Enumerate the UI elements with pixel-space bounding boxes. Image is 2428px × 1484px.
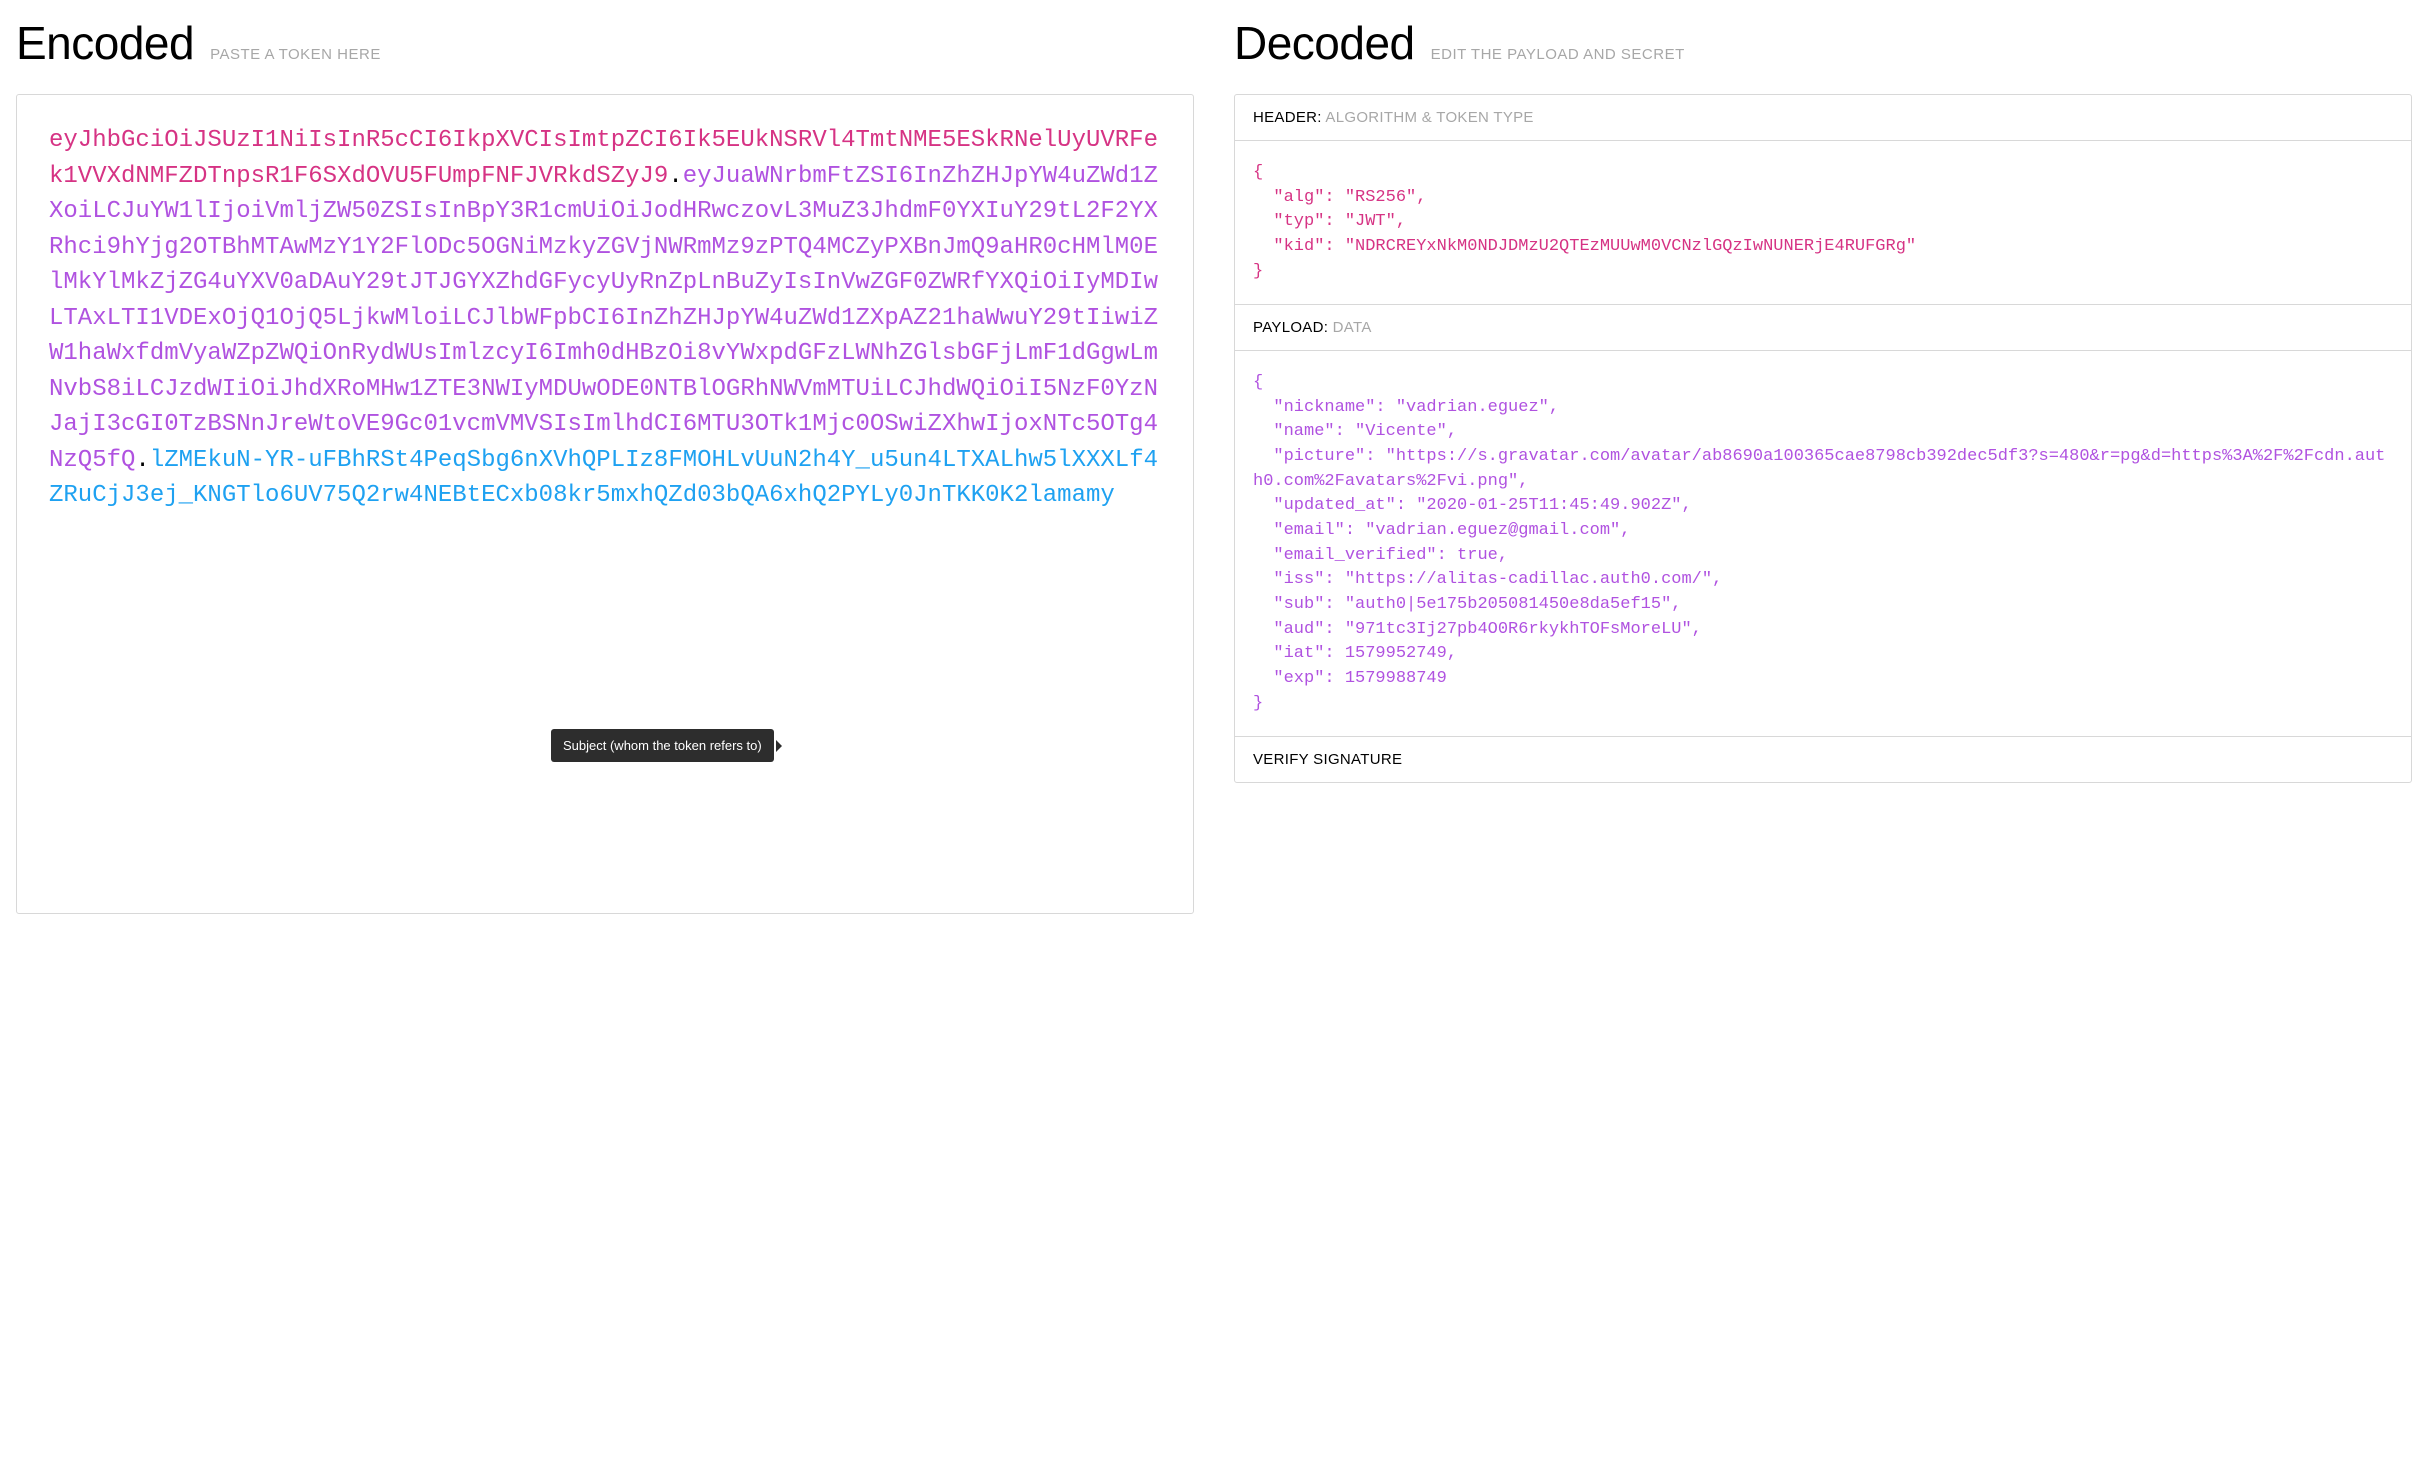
token-payload-segment: eyJuaWNrbmFtZSI6InZhZHJpYW4uZWd1ZXoiLCJu… [49,163,1158,474]
header-json-body[interactable]: { "alg": "RS256", "typ": "JWT", "kid": "… [1235,141,2411,305]
token-dot: . [668,163,682,190]
payload-section-title: PAYLOAD: DATA [1235,305,2411,351]
decoded-column: Decoded EDIT THE PAYLOAD AND SECRET HEAD… [1234,16,2412,914]
claim-tooltip: Subject (whom the token refers to) [551,729,774,762]
header-label: HEADER: [1253,109,1322,126]
token-dot: . [135,447,149,474]
verify-signature-title: VERIFY SIGNATURE [1235,737,2411,782]
encoded-token-box[interactable]: eyJhbGciOiJSUzI1NiIsInR5cCI6IkpXVCIsImtp… [16,94,1194,914]
decoded-hint: EDIT THE PAYLOAD AND SECRET [1431,46,1685,63]
encoded-column: Encoded PASTE A TOKEN HERE eyJhbGciOiJSU… [16,16,1194,914]
tooltip-text: Subject (whom the token refers to) [563,738,762,753]
encoded-hint: PASTE A TOKEN HERE [210,46,381,63]
token-signature-segment: lZMEkuN-YR-uFBhRSt4PeqSbg6nXVhQPLIz8FMOH… [49,447,1158,510]
encoded-title: Encoded [16,16,194,70]
payload-json-body[interactable]: { "nickname": "vadrian.eguez", "name": "… [1235,351,2411,737]
payload-sublabel: DATA [1333,319,1372,336]
decoded-title: Decoded [1234,16,1415,70]
header-section-title: HEADER: ALGORITHM & TOKEN TYPE [1235,95,2411,141]
payload-label: PAYLOAD: [1253,319,1328,336]
decoded-heading-row: Decoded EDIT THE PAYLOAD AND SECRET [1234,16,2412,70]
jwt-debugger-container: Encoded PASTE A TOKEN HERE eyJhbGciOiJSU… [16,16,2412,914]
decoded-box: HEADER: ALGORITHM & TOKEN TYPE { "alg": … [1234,94,2412,783]
header-sublabel: ALGORITHM & TOKEN TYPE [1325,109,1533,126]
encoded-heading-row: Encoded PASTE A TOKEN HERE [16,16,1194,70]
